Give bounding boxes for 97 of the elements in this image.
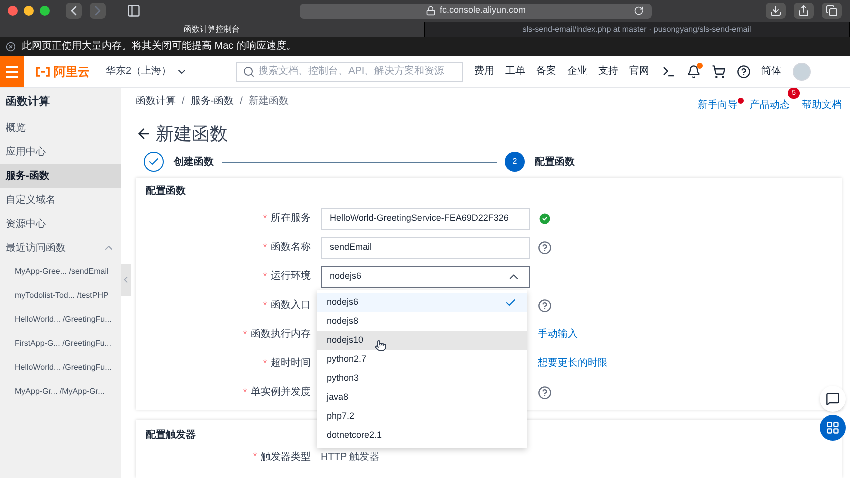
nav-link[interactable]: 费用 <box>474 64 495 79</box>
field-label: 函数入口 <box>271 298 311 313</box>
region-selector[interactable]: 华东2（上海） <box>106 64 188 79</box>
memory-warning: 此网页正使用大量内存。将其关闭可能提高 Mac 的响应速度。 <box>22 40 296 54</box>
dropdown-option[interactable]: nodejs8 <box>317 312 527 331</box>
hand-cursor-icon <box>375 340 387 352</box>
minimize-icon[interactable] <box>24 6 34 16</box>
field-label: 运行环境 <box>271 270 311 284</box>
tabs-icon[interactable] <box>822 3 842 19</box>
dropdown-option[interactable]: dotnetcore2.1 <box>317 426 527 445</box>
text-field[interactable]: sendEmail <box>321 236 530 258</box>
help-icon[interactable] <box>736 64 751 78</box>
sidebar-item[interactable]: myTodolist-Tod... /testPHP <box>0 284 121 308</box>
close-icon[interactable] <box>6 42 16 52</box>
section-title: 配置触发器 <box>146 428 196 443</box>
breadcrumb-separator: / <box>182 95 185 109</box>
search-icon <box>242 66 255 78</box>
cart-icon[interactable] <box>712 64 726 78</box>
dropdown-option[interactable]: nodejs10 <box>317 331 527 350</box>
sidebar-item[interactable]: MyApp-Gree... /sendEmail <box>0 260 121 284</box>
link[interactable]: 想要更长的时限 <box>538 356 608 371</box>
address-bar[interactable]: fc.console.aliyun.com <box>300 4 652 18</box>
breadcrumb-separator: / <box>240 95 243 109</box>
sidebar-item[interactable]: 自定义域名 <box>0 188 121 212</box>
sidebar-item[interactable]: 概览 <box>0 116 121 140</box>
lock-icon <box>426 6 436 16</box>
sidebar-item[interactable]: 资源中心 <box>0 212 121 236</box>
maximize-icon[interactable] <box>40 6 50 16</box>
required-mark: * <box>243 328 247 341</box>
nav-link[interactable]: 企业 <box>568 64 588 79</box>
nav-link[interactable]: 官网 <box>630 64 650 79</box>
grid-icon <box>826 421 840 435</box>
text-field[interactable]: HelloWorld-GreetingService-FEA69D22F326 <box>321 208 530 230</box>
field-label: 触发器类型 <box>261 450 311 464</box>
nav-link[interactable]: 工单 <box>506 64 526 79</box>
link[interactable]: 手动输入 <box>538 327 578 342</box>
nav-link[interactable]: 备案 <box>536 64 557 79</box>
download-icon[interactable] <box>766 3 786 19</box>
browser-tab[interactable]: sls-send-email/index.php at master · pusongyang/sls-send-email <box>425 22 850 37</box>
sidebar-item[interactable]: FirstApp-G... /GreetingFu... <box>0 332 121 356</box>
reload-icon[interactable] <box>634 6 644 16</box>
page-title: 新建函数 <box>156 122 228 146</box>
bell-icon[interactable] <box>686 64 701 78</box>
dropdown-option[interactable]: php7.2 <box>317 407 527 426</box>
search-field[interactable]: 搜索文档、控制台、API、解决方案和资源 <box>236 62 463 82</box>
required-mark: * <box>263 240 267 254</box>
field-value: HTTP 触发器 <box>321 450 380 464</box>
chat-icon <box>826 392 840 406</box>
dropdown-option[interactable]: java8 <box>317 388 527 407</box>
section-title: 配置函数 <box>146 184 186 199</box>
terminal-icon[interactable] <box>662 64 676 78</box>
apps-button[interactable] <box>820 415 846 441</box>
dropdown-option[interactable]: nodejs6 <box>317 293 527 312</box>
language-link[interactable]: 简体 <box>762 64 782 79</box>
breadcrumb-link[interactable]: 服务-函数 <box>190 94 234 109</box>
back-icon[interactable] <box>66 3 82 19</box>
browser-tab[interactable]: 函数计算控制台 <box>0 22 425 37</box>
logo-icon <box>36 66 50 76</box>
help-link[interactable]: 帮助文档 <box>802 98 842 113</box>
select-field[interactable]: nodejs6 <box>321 266 530 288</box>
dropdown-option[interactable]: python3 <box>317 369 527 388</box>
step-label: 配置函数 <box>535 156 575 170</box>
nav-link[interactable]: 支持 <box>598 64 619 79</box>
required-mark: * <box>253 450 257 464</box>
share-icon[interactable] <box>794 3 814 19</box>
required-mark: * <box>263 298 267 312</box>
collapse-handle[interactable] <box>121 264 131 296</box>
step-label: 创建函数 <box>174 156 214 170</box>
required-mark: * <box>243 386 247 399</box>
field-label: 函数执行内存 <box>251 328 311 342</box>
help-link[interactable]: 产品动态 <box>750 98 790 113</box>
sidebar-item[interactable]: HelloWorld... /GreetingFu... <box>0 308 121 332</box>
help-link[interactable]: 新手向导 <box>698 98 738 113</box>
required-mark: * <box>263 212 267 225</box>
field-label: 超时时间 <box>271 356 311 371</box>
sidebar-item[interactable]: HelloWorld... /GreetingFu... <box>0 356 121 380</box>
sidebar-group[interactable]: 最近访问函数 <box>0 236 121 260</box>
check-icon <box>148 156 160 168</box>
field-label: 单实例并发度 <box>251 386 311 400</box>
sidebar-title: 函数计算 <box>5 94 51 110</box>
close-icon[interactable] <box>8 6 18 16</box>
check-icon <box>505 296 517 308</box>
sidebar-item[interactable]: MyApp-Gr... /MyApp-Gr... <box>0 380 121 404</box>
chat-button[interactable] <box>820 386 846 412</box>
required-mark: * <box>263 270 267 283</box>
step-indicator: 2 <box>505 152 525 172</box>
logo-text: 阿里云 <box>54 64 90 80</box>
breadcrumb-link[interactable]: 函数计算 <box>136 94 176 109</box>
sidebar-item[interactable]: 应用中心 <box>0 140 121 164</box>
field-label: 所在服务 <box>271 212 311 226</box>
sidebar-item[interactable]: 服务-函数 <box>0 164 121 188</box>
dropdown-option[interactable]: python2.7 <box>317 350 527 369</box>
required-mark: * <box>263 356 267 370</box>
breadcrumb-link[interactable]: 新建函数 <box>248 94 289 109</box>
sidebar-icon[interactable] <box>126 4 142 18</box>
field-label: 函数名称 <box>271 241 311 255</box>
menu-button[interactable] <box>0 56 24 87</box>
